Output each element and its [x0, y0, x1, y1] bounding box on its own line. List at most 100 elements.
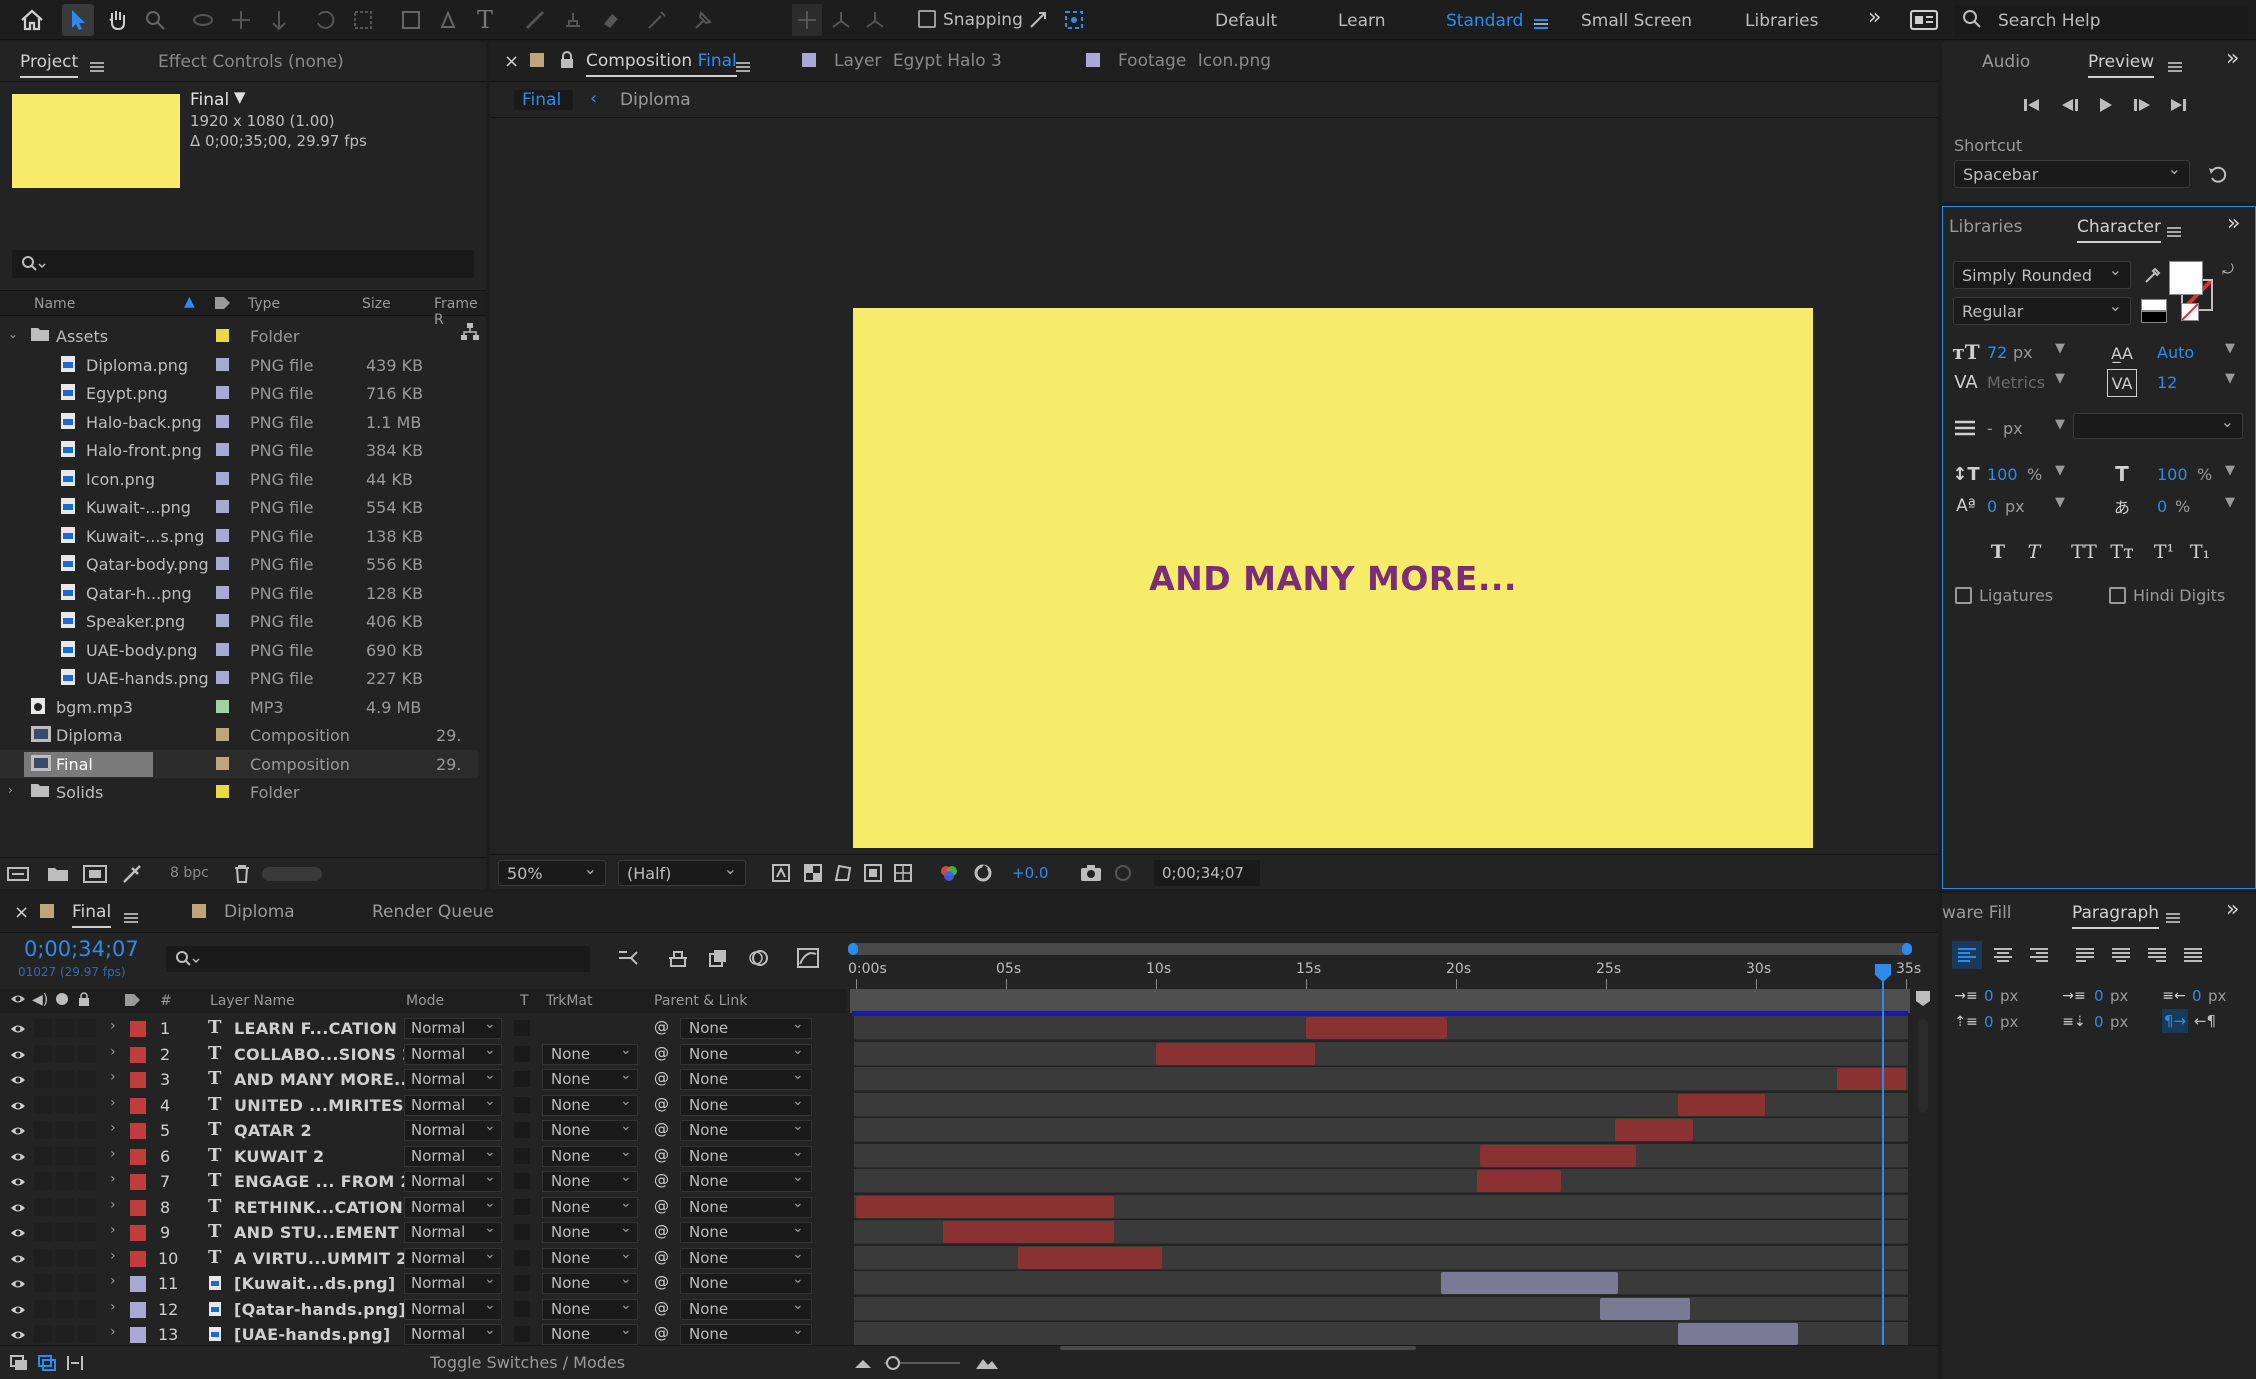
preserve-transparency-cell[interactable] — [514, 1198, 530, 1215]
expand-layer-icon[interactable]: › — [110, 1120, 116, 1136]
lock-switch-cell[interactable] — [78, 1146, 96, 1165]
lock-switch-cell[interactable] — [78, 1248, 96, 1267]
zoom-tool-icon[interactable] — [140, 4, 170, 36]
layer-name[interactable]: [Qatar-hands.png] — [234, 1300, 406, 1319]
audio-switch-cell[interactable] — [34, 1274, 52, 1292]
essential-graphics-icon[interactable] — [1908, 7, 1940, 33]
preserve-transparency-cell[interactable] — [514, 1096, 530, 1113]
project-search-field[interactable] — [12, 250, 474, 278]
layer-row[interactable]: › 10 T A VIRTU...UMMIT 2 Normal ⌄ None ⌄ @ None ⌄ — [0, 1246, 846, 1271]
visibility-eye-icon[interactable] — [10, 1276, 26, 1295]
solo-switch-cell[interactable] — [56, 1248, 74, 1267]
expand-layer-icon[interactable]: › — [110, 1197, 116, 1213]
project-item-row[interactable]: Halo-back.png PNG file 1.1 MB — [0, 408, 478, 436]
thumbnail-slider[interactable] — [262, 867, 322, 881]
expand-panel-icon[interactable]: » — [2226, 897, 2239, 922]
comp-canvas[interactable]: AND MANY MORE... — [853, 308, 1813, 848]
font-size-value[interactable]: 72 — [1987, 343, 2007, 362]
expand-transfer-icon[interactable] — [36, 1352, 58, 1374]
layer-label-swatch[interactable] — [130, 1174, 146, 1190]
parent-pickwhip-icon[interactable]: @ — [654, 1069, 669, 1087]
layer-track[interactable] — [854, 1271, 1908, 1295]
expand-layer-icon[interactable]: › — [110, 1095, 116, 1111]
tab-composition-final[interactable]: Composition Final — [586, 51, 737, 77]
timeline-scrollbar[interactable] — [1918, 1019, 1928, 1113]
layer-duration-bar[interactable] — [1306, 1017, 1447, 1039]
project-menu-icon[interactable] — [90, 57, 104, 77]
layer-row[interactable]: › 6 T KUWAIT 2 Normal ⌄ None ⌄ @ None ⌄ — [0, 1144, 846, 1169]
label-color-swatch[interactable] — [216, 699, 229, 713]
tab-paragraph[interactable]: Paragraph — [2072, 903, 2160, 929]
solo-switch-cell[interactable] — [56, 1325, 74, 1343]
type-tool-icon[interactable]: T — [470, 4, 500, 36]
exposure-value[interactable]: +0.0 — [1012, 864, 1048, 882]
workspace-standard[interactable]: Standard — [1446, 11, 1523, 31]
solo-switch-cell[interactable] — [56, 1197, 74, 1216]
visibility-eye-icon[interactable] — [10, 1047, 26, 1066]
horizontal-scale-value[interactable]: 100 — [2157, 465, 2188, 484]
rotate-tool-icon[interactable] — [310, 4, 340, 36]
visibility-eye-icon[interactable] — [10, 1021, 26, 1040]
label-color-swatch[interactable] — [216, 642, 229, 656]
snap-magnet-icon[interactable] — [1059, 5, 1089, 35]
mask-visibility-icon[interactable] — [830, 861, 856, 885]
preserve-transparency-cell[interactable] — [514, 1020, 530, 1036]
preserve-transparency-cell[interactable] — [514, 1122, 530, 1138]
label-color-swatch[interactable] — [216, 500, 229, 513]
layer-track[interactable] — [854, 1296, 1908, 1321]
tab-layer[interactable]: Layer Egypt Halo 3 — [834, 51, 1002, 71]
audio-switch-cell[interactable] — [34, 1299, 52, 1318]
layer-row[interactable]: › 1 T LEARN F...CATION 2 Normal ⌄ @ None ⌄ — [0, 1016, 846, 1041]
solo-switch-cell[interactable] — [56, 1121, 74, 1139]
vertical-scale-value[interactable]: 100 — [1987, 465, 2018, 484]
expand-layer-icon[interactable]: › — [110, 1248, 116, 1264]
zoom-dropdown[interactable]: 50% — [498, 859, 606, 886]
next-frame-icon[interactable] — [2128, 92, 2156, 118]
tab-timeline-final[interactable]: Final — [72, 902, 112, 928]
space-after-value[interactable]: 0 — [2094, 1013, 2104, 1031]
align-right-icon[interactable] — [2024, 941, 2054, 969]
parent-pickwhip-icon[interactable]: @ — [654, 1120, 669, 1138]
layer-label-swatch[interactable] — [130, 1097, 146, 1114]
audio-switch-cell[interactable] — [34, 1070, 52, 1088]
comp-name-dropdown-icon[interactable]: ▼ — [234, 88, 246, 106]
hindi-digits-checkbox[interactable] — [2109, 587, 2126, 604]
expand-layer-icon[interactable]: › — [110, 1069, 116, 1085]
more-workspaces-icon[interactable]: » — [1868, 5, 1881, 30]
layer-label-swatch[interactable] — [130, 1250, 146, 1267]
workspace-learn[interactable]: Learn — [1338, 11, 1386, 31]
parent-pickwhip-icon[interactable]: @ — [654, 1018, 669, 1036]
expand-layer-icon[interactable]: › — [110, 1044, 116, 1060]
layer-name-header[interactable]: Layer Name — [210, 993, 295, 1009]
layer-duration-bar[interactable] — [1480, 1144, 1636, 1167]
lock-switch-cell[interactable] — [78, 1019, 96, 1037]
visibility-eye-icon[interactable] — [10, 1149, 26, 1168]
audio-switch-cell[interactable] — [34, 1197, 52, 1216]
workspace-menu-icon[interactable] — [1534, 14, 1548, 34]
frame-blending-icon[interactable] — [704, 945, 732, 971]
parent-pickwhip-icon[interactable]: @ — [654, 1222, 669, 1240]
project-item-row[interactable]: Diploma.png PNG file 439 KB — [0, 351, 478, 379]
label-color-swatch[interactable] — [216, 386, 229, 399]
audio-switch-cell[interactable] — [34, 1248, 52, 1267]
expand-layer-icon[interactable]: › — [110, 1324, 116, 1340]
layer-track[interactable] — [854, 1169, 1908, 1193]
layer-duration-bar[interactable] — [1441, 1272, 1618, 1294]
stroke-width-value[interactable]: - — [1987, 419, 1993, 438]
workspace-libraries[interactable]: Libraries — [1745, 11, 1818, 31]
layer-track[interactable] — [854, 1118, 1908, 1142]
layer-name[interactable]: LEARN F...CATION 2 — [234, 1019, 414, 1038]
tab-project[interactable]: Project — [20, 52, 79, 78]
trash-icon[interactable] — [230, 863, 254, 885]
interpret-footage-icon[interactable] — [6, 863, 30, 885]
parent-pickwhip-icon[interactable]: @ — [654, 1197, 669, 1215]
layer-label-swatch[interactable] — [130, 1327, 146, 1343]
visibility-eye-icon[interactable] — [10, 1098, 26, 1117]
audio-switch-cell[interactable] — [34, 1095, 52, 1114]
color-channels-icon[interactable] — [936, 861, 962, 885]
layer-track[interactable] — [854, 1143, 1908, 1168]
label-color-swatch[interactable] — [216, 329, 229, 342]
reset-exposure-icon[interactable] — [970, 861, 996, 885]
layer-label-swatch[interactable] — [130, 1199, 146, 1216]
font-family-dropdown[interactable]: Simply Rounded — [1953, 260, 2131, 289]
